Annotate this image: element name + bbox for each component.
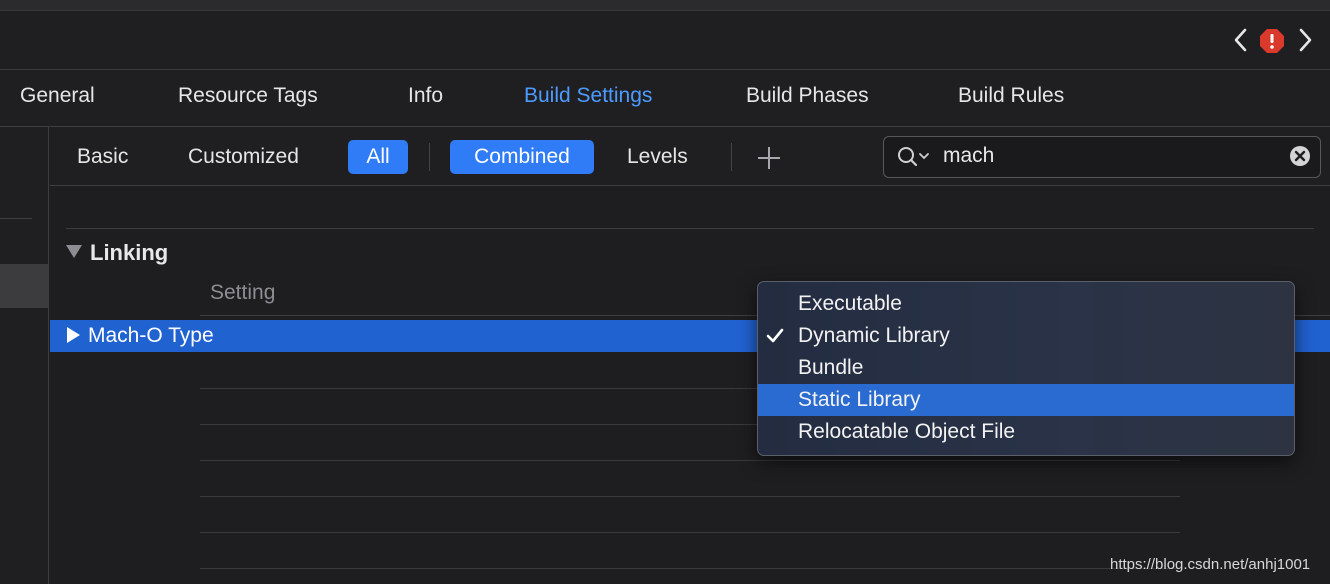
row-divider <box>200 532 1180 533</box>
menu-item-executable[interactable]: Executable <box>758 288 1294 320</box>
targets-sidebar <box>0 127 49 584</box>
plus-icon[interactable] <box>756 145 782 171</box>
tab-build-rules[interactable]: Build Rules <box>958 84 1064 108</box>
search-input[interactable] <box>943 141 1273 171</box>
column-header-setting: Setting <box>210 281 276 304</box>
checkmark-icon <box>766 328 784 343</box>
menu-item-label: Dynamic Library <box>798 324 950 347</box>
row-divider <box>200 496 1180 497</box>
filter-separator <box>731 143 732 171</box>
setting-row-label: Mach-O Type <box>88 324 214 347</box>
window-top-strip <box>0 0 1330 11</box>
tab-info[interactable]: Info <box>408 84 443 108</box>
filter-all-button[interactable]: All <box>348 140 408 174</box>
chevron-right-icon[interactable] <box>1292 25 1318 55</box>
menu-item-label: Relocatable Object File <box>798 420 1016 443</box>
row-divider <box>200 460 1180 461</box>
menu-item-label: Static Library <box>798 388 921 411</box>
filter-separator <box>429 143 430 171</box>
tab-general[interactable]: General <box>20 84 95 108</box>
mach-o-type-popup-menu: Executable Dynamic Library Bundle Static… <box>757 281 1295 456</box>
filter-combined-button[interactable]: Combined <box>450 140 594 174</box>
menu-item-label: Bundle <box>798 356 864 379</box>
menu-item-dynamic-library[interactable]: Dynamic Library <box>758 320 1294 352</box>
menu-item-label: Executable <box>798 292 902 315</box>
watermark-text: https://blog.csdn.net/anhj1001 <box>1110 556 1311 573</box>
row-divider <box>200 568 1180 569</box>
clear-icon[interactable] <box>1289 145 1311 167</box>
filter-customized-button[interactable]: Customized <box>188 145 299 169</box>
disclosure-triangle-icon[interactable] <box>67 327 80 343</box>
menu-item-relocatable-object-file[interactable]: Relocatable Object File <box>758 416 1294 448</box>
section-divider <box>66 228 1314 229</box>
tab-build-settings[interactable]: Build Settings <box>524 84 652 108</box>
menu-item-static-library[interactable]: Static Library <box>758 384 1294 416</box>
menu-item-bundle[interactable]: Bundle <box>758 352 1294 384</box>
tab-build-phases[interactable]: Build Phases <box>746 84 869 108</box>
section-title-linking: Linking <box>90 240 169 265</box>
sidebar-selected-item[interactable] <box>0 264 48 308</box>
chevron-left-icon[interactable] <box>1228 25 1254 55</box>
tab-resource-tags[interactable]: Resource Tags <box>178 84 318 108</box>
sidebar-divider <box>0 218 32 219</box>
navigation-bar <box>0 11 1330 70</box>
disclosure-triangle-icon[interactable] <box>66 245 82 258</box>
issue-badge-icon[interactable] <box>1259 28 1285 54</box>
filter-levels-button[interactable]: Levels <box>627 145 688 169</box>
search-icon[interactable] <box>897 146 931 168</box>
filter-basic-button[interactable]: Basic <box>77 145 128 169</box>
